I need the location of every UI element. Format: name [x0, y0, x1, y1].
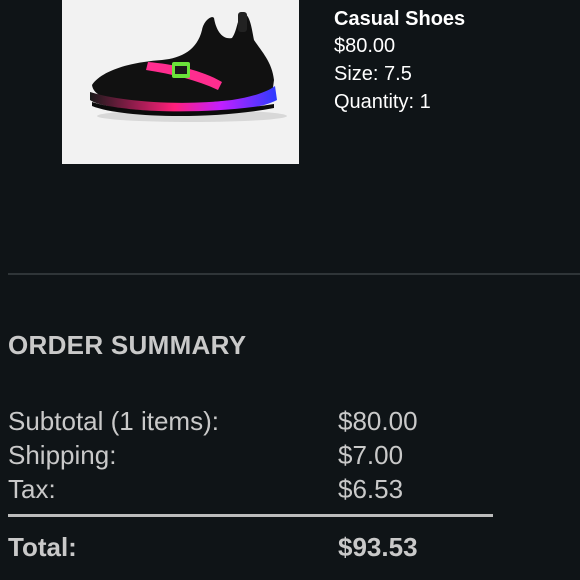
product-size: Size: 7.5 [334, 63, 412, 85]
product-price: $80.00 [334, 35, 396, 57]
tax-value: $6.53 [338, 474, 404, 504]
product-quantity: Quantity: 1 [334, 91, 431, 113]
section-divider [8, 273, 580, 275]
total-divider [8, 514, 493, 517]
product-name[interactable]: Casual Shoes [334, 6, 574, 32]
subtotal-value: $80.00 [338, 406, 418, 436]
shipping-value: $7.00 [338, 440, 404, 470]
shipping-label: Shipping: [8, 440, 117, 470]
total-label: Total: [8, 532, 77, 562]
subtotal-label: Subtotal (1 items): [8, 406, 219, 436]
sneaker-image [90, 12, 287, 122]
product-info: Casual Shoes $80.00 Size: 7.5 Quantity: … [334, 6, 574, 116]
product-image[interactable] [62, 0, 299, 164]
total-value: $93.53 [338, 532, 418, 562]
order-summary-title: ORDER SUMMARY [8, 330, 247, 360]
tax-label: Tax: [8, 474, 56, 504]
